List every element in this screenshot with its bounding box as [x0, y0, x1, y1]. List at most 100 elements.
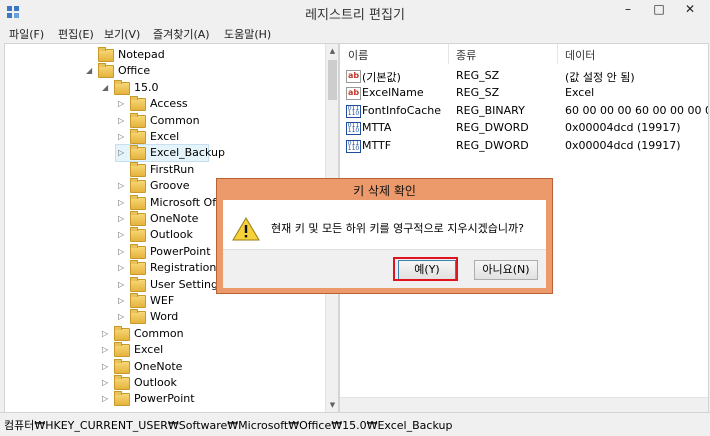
- menu-edit[interactable]: 편집(E): [58, 26, 94, 42]
- folder-icon: [130, 293, 146, 308]
- no-button[interactable]: 아니요(N): [474, 260, 538, 280]
- tree-expander-icon[interactable]: ▷: [118, 280, 125, 288]
- folder-icon: [130, 211, 146, 226]
- tree-expander-icon[interactable]: ▷: [118, 149, 125, 157]
- tree-expander-icon[interactable]: ▷: [102, 395, 109, 403]
- folder-icon: [114, 325, 130, 341]
- folder-icon: [98, 47, 114, 62]
- tree-item[interactable]: ▷ Excel: [99, 341, 321, 359]
- tree-item[interactable]: ▷ Excel_Backup: [115, 144, 225, 163]
- tree-expander-icon[interactable]: ▷: [118, 247, 125, 255]
- horizontal-scrollbar[interactable]: [340, 397, 708, 412]
- folder-icon: [130, 145, 146, 161]
- tree-expander-icon[interactable]: ▷: [102, 362, 109, 370]
- tree-expander-icon[interactable]: ▷: [118, 231, 125, 239]
- tree-item[interactable]: ▷ PowerPoint: [99, 390, 321, 408]
- tree-item-label: OneNote: [150, 212, 199, 225]
- folder-icon: [130, 129, 146, 144]
- tree-expander-icon[interactable]: ▷: [118, 133, 125, 141]
- scroll-thumb[interactable]: [328, 60, 337, 100]
- value-data: Excel: [565, 86, 595, 100]
- tree-expander-icon: [118, 166, 125, 173]
- folder-icon: [130, 309, 146, 325]
- tree-item[interactable]: ▷ Common: [115, 112, 337, 130]
- tree-expander-icon[interactable]: ▷: [118, 198, 125, 206]
- tree-expander-icon[interactable]: ▷: [118, 264, 125, 272]
- tree-item-label: Microsoft Offi: [150, 195, 223, 209]
- tree-item-label: PowerPoint: [134, 392, 195, 406]
- tree-item[interactable]: ▷ WEF: [115, 292, 337, 310]
- column-header-type[interactable]: 종류: [456, 47, 476, 63]
- tree-item-label: Common: [134, 326, 184, 340]
- yes-button-highlight: [393, 257, 458, 281]
- tree-item[interactable]: ▷ Common: [99, 325, 321, 343]
- tree-item[interactable]: ▷ Outlook: [99, 374, 321, 392]
- column-separator[interactable]: [448, 44, 449, 64]
- string-value-icon: ab: [346, 70, 361, 83]
- tree-item-label: Excel_Backup: [150, 146, 225, 160]
- tree-item-label: Office: [118, 64, 151, 78]
- string-value-icon: ab: [346, 87, 361, 101]
- tree-item[interactable]: Notepad: [83, 46, 305, 64]
- column-header-name[interactable]: 이름: [348, 47, 368, 63]
- folder-icon: [130, 161, 146, 177]
- folder-icon: [130, 276, 146, 292]
- tree-expander-icon[interactable]: ▷: [102, 379, 109, 387]
- value-row[interactable]: ab (기본값) REG_SZ (값 설정 안 됨): [340, 68, 708, 84]
- tree-item[interactable]: ▷ Excel: [115, 128, 337, 146]
- tree-expander-icon[interactable]: ▷: [118, 182, 125, 190]
- menu-file[interactable]: 파일(F): [9, 26, 44, 42]
- scroll-up-icon[interactable]: ▲: [326, 44, 338, 58]
- folder-icon: [114, 342, 130, 358]
- tree-expander-icon[interactable]: ▷: [118, 215, 125, 223]
- value-data: (값 설정 안 됨): [565, 71, 635, 84]
- value-row[interactable]: 011 110 FontInfoCache REG_BINARY 60 00 00 0…: [340, 103, 708, 119]
- tree-item[interactable]: FirstRun: [115, 161, 337, 179]
- folder-icon: [114, 358, 130, 374]
- folder-icon: [130, 227, 146, 243]
- tree-item-label: Access: [150, 97, 188, 111]
- tree-expander-icon[interactable]: ▷: [118, 116, 125, 124]
- value-type: REG_BINARY: [456, 103, 525, 117]
- value-row[interactable]: 011 110 MTTF REG_DWORD 0x00004dcd (19917): [340, 138, 708, 154]
- menu-help[interactable]: 도움말(H): [224, 26, 271, 42]
- tree-item-label: 15.0: [134, 80, 159, 94]
- tree-expander-icon[interactable]: ▷: [118, 100, 125, 108]
- status-bar: 컴퓨터₩HKEY_CURRENT_USER₩Software₩Microsoft…: [0, 412, 710, 436]
- tree-expander-icon[interactable]: ▷: [102, 346, 109, 354]
- menu-favorites[interactable]: 즐겨찾기(A): [153, 26, 210, 42]
- dialog-footer: 예(Y) 아니요(N): [223, 249, 546, 288]
- tree-item-label: OneNote: [134, 359, 183, 373]
- scroll-down-icon[interactable]: ▼: [326, 398, 338, 412]
- value-data: 0x00004dcd (19917): [565, 121, 681, 135]
- tree-item[interactable]: ◢ 15.0: [99, 79, 321, 97]
- tree-expander-icon[interactable]: ▷: [102, 329, 109, 337]
- close-button[interactable]: ✕: [675, 0, 705, 20]
- value-row[interactable]: ab ExcelName REG_SZ Excel: [340, 85, 708, 101]
- tree-expander-icon[interactable]: ▷: [118, 313, 125, 321]
- tree-expander-icon[interactable]: ▷: [118, 297, 125, 305]
- value-data: 0x00004dcd (19917): [565, 138, 681, 152]
- binary-value-icon: 011 110: [346, 104, 361, 118]
- minimize-button[interactable]: –: [613, 0, 643, 20]
- tree-expander-icon[interactable]: ◢: [86, 67, 93, 75]
- value-row[interactable]: 011 110 MTTA REG_DWORD 0x00004dcd (19917): [340, 120, 708, 136]
- status-path: 컴퓨터₩HKEY_CURRENT_USER₩Software₩Microsoft…: [4, 419, 453, 432]
- menu-view[interactable]: 보기(V): [104, 26, 140, 42]
- maximize-button[interactable]: □: [644, 0, 674, 20]
- folder-icon: [130, 178, 146, 194]
- tree-item-label: Common: [150, 113, 200, 127]
- column-header-data[interactable]: 데이터: [565, 47, 595, 63]
- column-separator[interactable]: [557, 44, 558, 64]
- tree-item[interactable]: ▷ Access: [115, 95, 337, 113]
- value-name: MTTF: [362, 138, 392, 152]
- value-name: ExcelName: [362, 86, 424, 100]
- tree-expander-icon[interactable]: ◢: [102, 83, 109, 91]
- title-bar: 레지스트리 편집기 – □ ✕: [0, 0, 710, 24]
- tree-item[interactable]: ◢ Office: [83, 62, 305, 80]
- tree-item[interactable]: ▷ OneNote: [99, 358, 321, 376]
- warning-icon: [232, 217, 260, 241]
- tree-item-label: Notepad: [118, 48, 165, 61]
- value-type: REG_SZ: [456, 69, 500, 82]
- tree-item[interactable]: ▷ Word: [115, 308, 337, 326]
